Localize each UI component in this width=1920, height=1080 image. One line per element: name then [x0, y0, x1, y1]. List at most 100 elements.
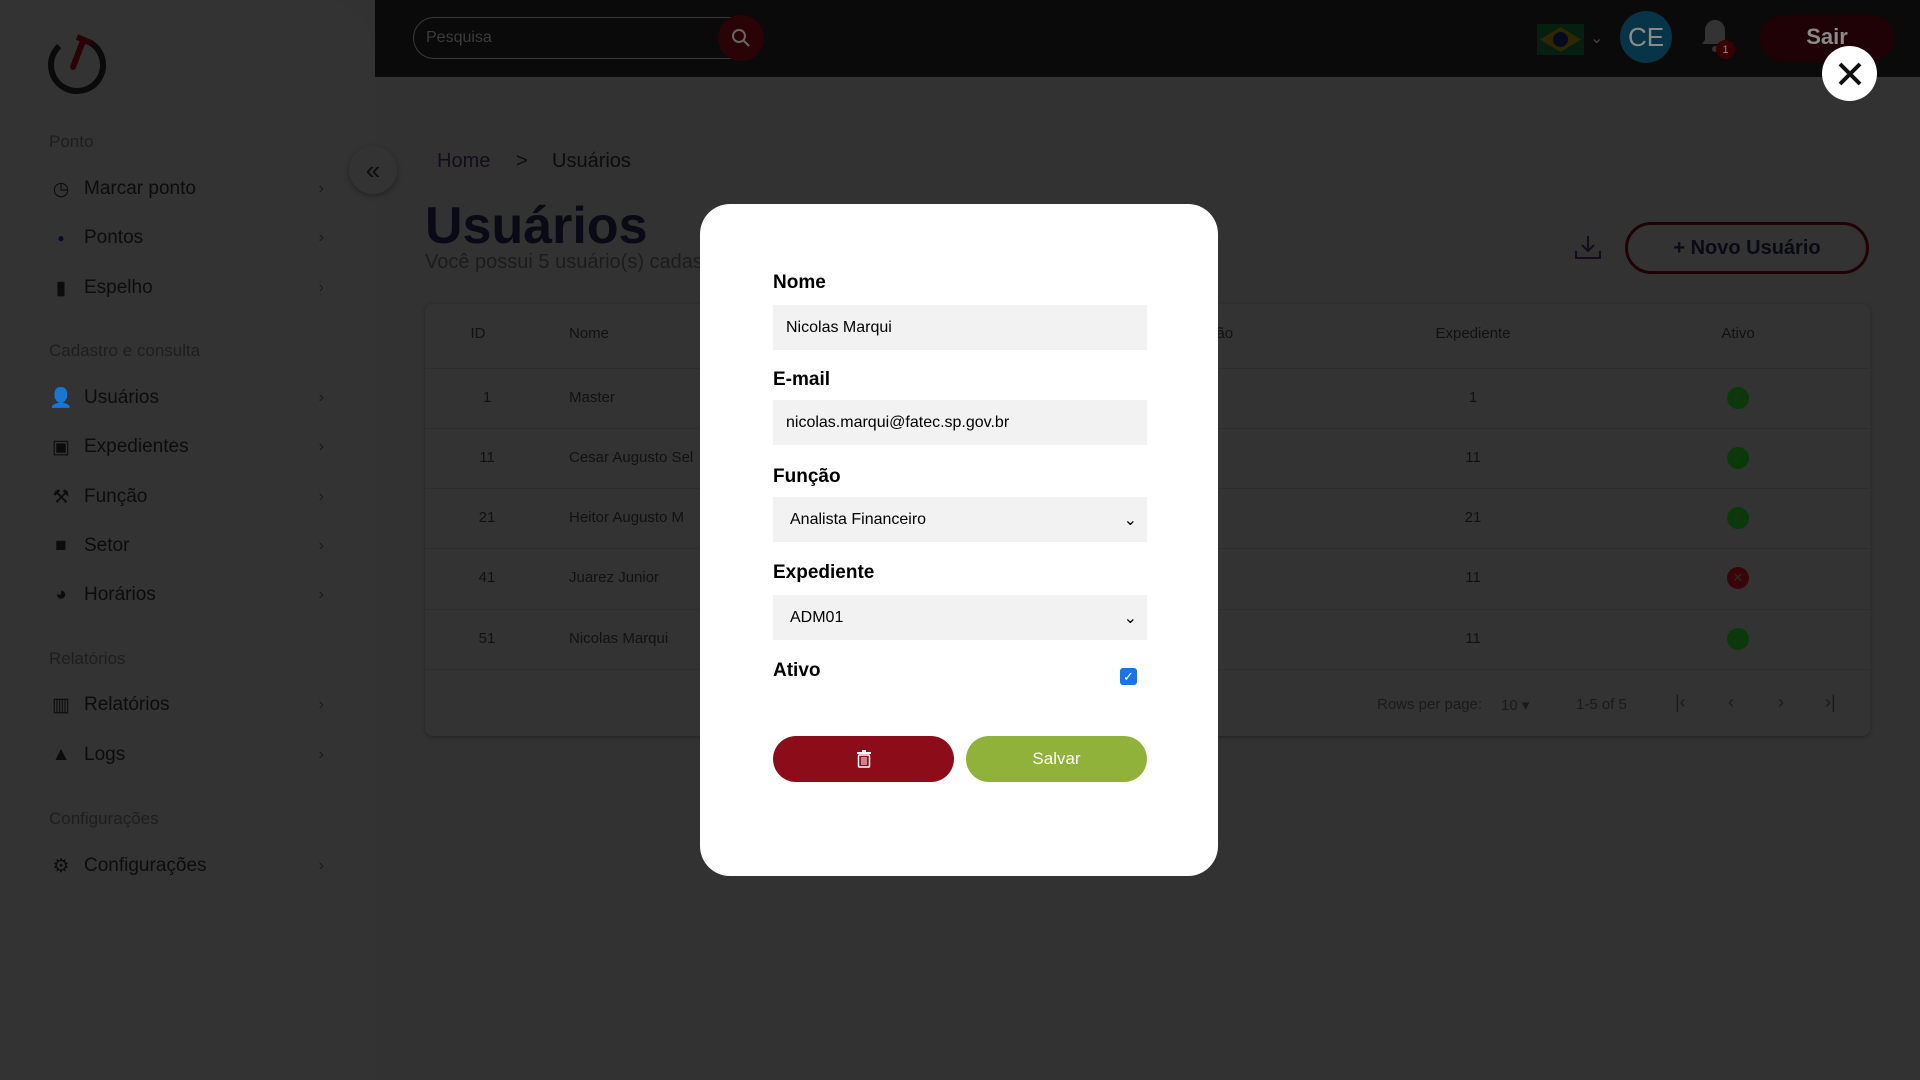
chevron-down-icon[interactable]: ⌄: [1590, 28, 1603, 48]
sidebar-item-label: Relatórios: [84, 694, 170, 715]
sidebar-section-title: Relatórios: [49, 649, 126, 668]
chevron-right-icon: ›: [318, 696, 324, 713]
cell-id: 11: [479, 449, 495, 466]
download-icon[interactable]: [1574, 234, 1602, 260]
column-header-nome[interactable]: Nome: [569, 325, 609, 342]
edit-user-modal: Nome E-mail Função Analista Financeiro⌄ …: [700, 204, 1218, 876]
email-label: E-mail: [773, 369, 831, 390]
close-modal-button[interactable]: [1822, 46, 1877, 101]
cell-nome: Nicolas Marqui: [569, 630, 669, 647]
sidebar-item[interactable]: ◕ Horários ›: [49, 577, 324, 613]
sidebar-section-title: Cadastro e consulta: [49, 341, 201, 360]
chevron-right-icon: ›: [318, 488, 324, 505]
funcao-select[interactable]: Analista Financeiro ⌄: [773, 497, 1147, 542]
sidebar-item[interactable]: ▲ Logs ›: [49, 737, 324, 773]
check-circle-icon: ✓: [1727, 387, 1749, 409]
logout-button[interactable]: Sair: [1760, 15, 1894, 62]
breadcrumb-separator: >: [516, 150, 528, 172]
brazil-flag-icon: [1540, 27, 1581, 52]
avatar[interactable]: CE: [1620, 11, 1672, 63]
cell-expediente: 11: [1465, 569, 1481, 586]
user-clock-icon: ◕: [55, 584, 67, 605]
ativo-label: Ativo: [773, 660, 821, 681]
sidebar-item-label: Espelho: [84, 277, 153, 298]
pagination-range: 1-5 of 5: [1576, 696, 1627, 713]
sidebar-item[interactable]: ■ Setor ›: [49, 528, 324, 564]
column-header-id[interactable]: ID: [471, 325, 486, 342]
chevron-right-icon: ›: [318, 857, 324, 874]
double-chevron-left-icon: «: [365, 154, 381, 185]
cell-nome: Master: [569, 389, 615, 406]
chevron-right-icon: ›: [318, 180, 324, 197]
cell-expediente: 1: [1468, 389, 1478, 406]
next-page-icon[interactable]: ›: [1778, 692, 1784, 713]
sidebar-item[interactable]: ⚒ Função ›: [49, 479, 324, 515]
user-icon: 👤: [49, 388, 73, 409]
sidebar-item-label: Horários: [84, 584, 156, 605]
breadcrumb-home[interactable]: Home: [437, 150, 490, 173]
sidebar-section-title: Configurações: [49, 809, 159, 828]
cell-expediente: 11: [1465, 449, 1481, 466]
cell-nome: Juarez Junior: [569, 569, 660, 586]
sidebar: Ponto ◷ Marcar ponto › ● Pontos › ▮ Espelho › Cada…: [0, 0, 375, 1080]
sidebar-item[interactable]: ▥ Relatórios ›: [49, 687, 324, 723]
chevron-right-icon: ›: [318, 586, 324, 603]
cell-expediente: 21: [1464, 509, 1482, 526]
prev-page-icon[interactable]: ‹: [1728, 692, 1734, 713]
sidebar-item[interactable]: ● Pontos ›: [49, 220, 324, 256]
hammer-icon: ⚒: [52, 486, 70, 508]
rows-per-page-select[interactable]: 10 ▾: [1501, 696, 1529, 714]
check-circle-icon: ✓: [1727, 507, 1749, 529]
gear-icon: ⚙: [52, 855, 70, 877]
collapse-sidebar-button[interactable]: «: [349, 146, 397, 194]
check-circle-icon: ✓: [1727, 628, 1749, 650]
page-subtitle: Você possui 5 usuário(s) cadastr: [425, 251, 716, 273]
expediente-select[interactable]: ADM01 ⌄: [773, 595, 1147, 640]
search-input[interactable]: [413, 17, 760, 59]
chevron-right-icon: ›: [318, 537, 324, 554]
breadcrumb-current: Usuários: [552, 150, 631, 172]
delete-button[interactable]: [773, 736, 954, 782]
sidebar-item[interactable]: ▮ Espelho ›: [49, 270, 324, 306]
expediente-value: ADM01: [790, 608, 844, 626]
chevron-right-icon: ›: [318, 229, 324, 246]
sidebar-item[interactable]: ▣ Expedientes ›: [49, 429, 324, 465]
books-icon: ▥: [52, 694, 70, 716]
ativo-checkbox[interactable]: ✓: [1120, 668, 1137, 685]
search-button[interactable]: [718, 15, 764, 61]
sidebar-item-label: Usuários: [84, 387, 159, 408]
sidebar-item-label: Setor: [84, 535, 130, 556]
close-icon: [1838, 62, 1861, 85]
cell-id: 21: [478, 509, 496, 526]
nome-label: Nome: [773, 272, 826, 293]
save-button[interactable]: Salvar: [966, 736, 1147, 782]
chevron-down-icon: ⌄: [1123, 609, 1137, 627]
page-title: Usuários: [425, 197, 648, 255]
email-input[interactable]: [773, 400, 1147, 445]
x-circle-icon: ✕: [1727, 567, 1749, 589]
column-header-expediente[interactable]: Expediente: [1435, 325, 1510, 342]
first-page-icon[interactable]: |‹: [1675, 692, 1686, 713]
clipboard-check-icon: ▣: [52, 436, 70, 458]
cell-id: 51: [478, 630, 496, 647]
rows-per-page-value: 10: [1501, 697, 1518, 714]
nome-input[interactable]: [773, 305, 1147, 350]
notification-badge: 1: [1716, 40, 1735, 59]
language-selector[interactable]: [1537, 24, 1584, 55]
sidebar-item[interactable]: 👤 Usuários ›: [49, 380, 324, 416]
expediente-label: Expediente: [773, 562, 875, 583]
sidebar-item[interactable]: ◷ Marcar ponto ›: [49, 171, 324, 207]
chevron-right-icon: ›: [318, 279, 324, 296]
sidebar-item-label: Marcar ponto: [84, 178, 196, 199]
sidebar-item-label: Pontos: [84, 227, 144, 248]
cell-expediente: 11: [1465, 630, 1481, 647]
sidebar-item-label: Logs: [84, 744, 126, 765]
book-icon: ▮: [55, 277, 67, 299]
sidebar-item-label: Função: [84, 486, 148, 507]
column-header-ativo[interactable]: Ativo: [1721, 325, 1754, 342]
sidebar-section-title: Ponto: [49, 132, 94, 151]
new-user-button[interactable]: + Novo Usuário: [1625, 222, 1869, 274]
cell-id: 1: [482, 389, 492, 406]
last-page-icon[interactable]: ›|: [1825, 692, 1836, 713]
sidebar-item[interactable]: ⚙ Configurações ›: [49, 848, 324, 884]
